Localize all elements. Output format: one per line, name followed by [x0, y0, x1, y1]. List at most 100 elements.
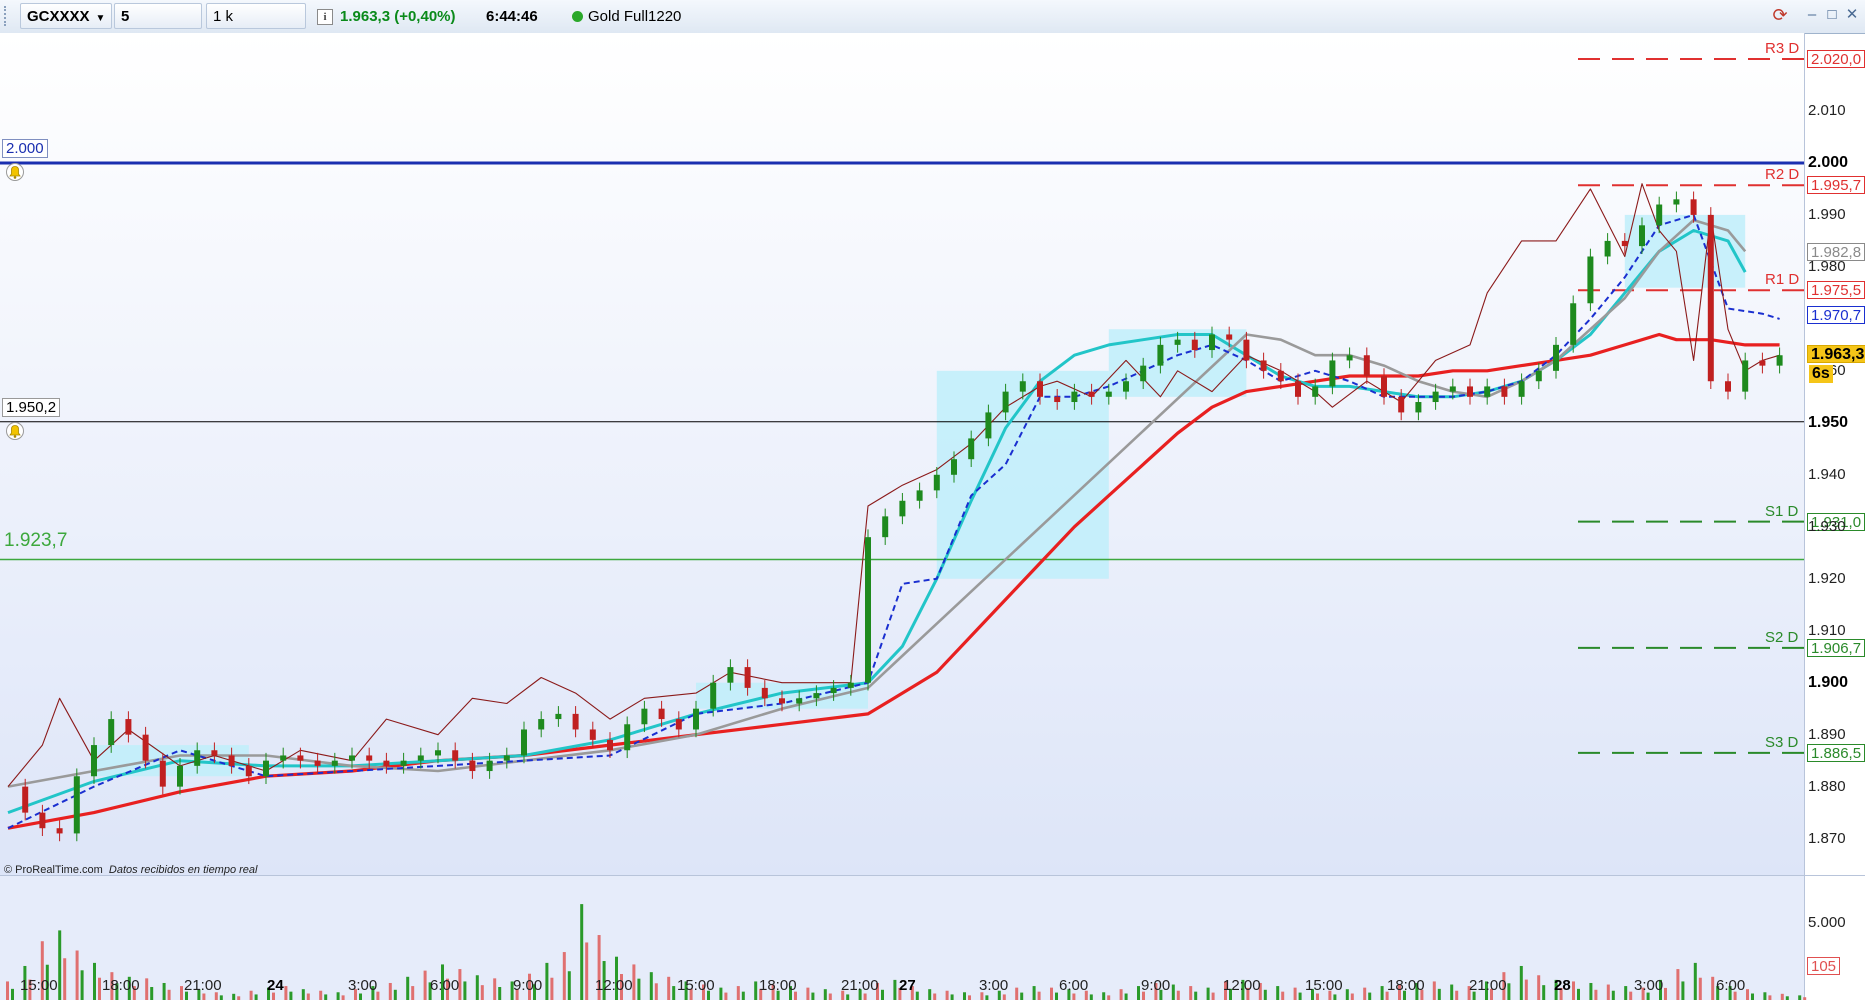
- pivot-label: R2 D: [1765, 166, 1800, 184]
- x-axis-tick: 18:00: [759, 977, 797, 994]
- volume-bar: [1572, 981, 1575, 1000]
- volume-bar: [1107, 995, 1111, 1000]
- volume-bar: [1746, 989, 1749, 1000]
- volume-bar: [580, 904, 584, 1000]
- candle-body: [1673, 199, 1680, 205]
- volume-bar: [498, 987, 502, 1000]
- candle-body: [1604, 240, 1611, 257]
- timeframe-selector[interactable]: 5 minutos▼: [114, 3, 202, 51]
- x-axis-tick: 15:00: [1305, 977, 1343, 994]
- volume-bar: [1693, 962, 1697, 1000]
- minimize-icon[interactable]: –: [1804, 6, 1820, 24]
- candle-body: [675, 719, 682, 730]
- volume-bar: [754, 981, 758, 1000]
- candle-body: [366, 755, 373, 761]
- maximize-icon[interactable]: □: [1824, 6, 1840, 24]
- candle-body: [1398, 396, 1405, 413]
- volume-bar: [423, 970, 427, 1000]
- candle-body: [1105, 391, 1112, 397]
- volume-bar: [6, 981, 9, 1000]
- refresh-icon[interactable]: ⟳: [1772, 6, 1788, 24]
- y-axis-tick: 1.910: [1808, 621, 1846, 639]
- volume-axis-tick: 5.000: [1808, 914, 1846, 931]
- volume-bar: [58, 930, 62, 1000]
- candle-body: [194, 750, 201, 766]
- x-axis-tick: 6:00: [1059, 977, 1089, 994]
- pivot-value-box: 1.975,5: [1807, 281, 1865, 300]
- x-axis-tick: 12:00: [595, 977, 633, 994]
- y-axis-tick: 1.990: [1808, 205, 1846, 223]
- volume-bar: [319, 990, 323, 1000]
- candle-body: [22, 786, 29, 813]
- hline-label-2000[interactable]: 2.000: [2, 139, 48, 158]
- y-axis-tick: 1.920: [1808, 569, 1846, 587]
- candle-body: [607, 739, 613, 751]
- volume-bar: [823, 989, 827, 1000]
- hline-label-1923[interactable]: 1.923,7: [4, 530, 67, 552]
- volume-bar: [1119, 989, 1123, 1000]
- volume-bar: [98, 977, 101, 1000]
- volume-bar: [811, 992, 815, 1000]
- candle-body: [916, 490, 923, 501]
- volume-bar: [1281, 991, 1285, 1000]
- volume-bar: [1015, 987, 1019, 1000]
- volume-bar: [1681, 981, 1685, 1000]
- candle-body: [1535, 370, 1542, 382]
- volume-bar: [828, 993, 832, 1000]
- candle-body: [1432, 391, 1439, 403]
- volume-bar: [985, 995, 989, 1000]
- volume-bar: [324, 994, 328, 1000]
- candle-body: [1725, 381, 1731, 392]
- info-icon[interactable]: i: [317, 9, 333, 25]
- volume-bar: [585, 942, 589, 1000]
- hline-label-1950[interactable]: 1.950,2: [2, 398, 61, 417]
- candle-body: [280, 755, 287, 761]
- volume-bar: [232, 993, 236, 1000]
- toolbar-grip-handle[interactable]: [4, 6, 16, 26]
- candle-body: [125, 719, 132, 735]
- candle-body: [245, 765, 252, 777]
- volume-bar: [493, 978, 497, 1000]
- candle-body: [469, 760, 476, 772]
- candle-body: [1363, 355, 1370, 377]
- price-chart[interactable]: [0, 33, 1865, 1000]
- volume-bar: [1032, 986, 1036, 1000]
- candle-body: [1123, 381, 1129, 392]
- volume-bar: [915, 991, 919, 1000]
- y-axis-tick: 1.930: [1808, 517, 1846, 535]
- candle-body: [159, 760, 166, 787]
- volume-bar: [341, 995, 345, 1000]
- close-icon[interactable]: ✕: [1844, 6, 1860, 24]
- candle-body: [779, 698, 785, 704]
- volume-bar: [1206, 987, 1210, 1000]
- alert-bell-icon[interactable]: [5, 422, 25, 440]
- units-selector[interactable]: 1 k unidades▼: [206, 3, 306, 51]
- candle-body: [1243, 339, 1250, 361]
- volume-bar: [1624, 986, 1628, 1000]
- volume-bar: [550, 977, 554, 1000]
- volume-bar: [1629, 991, 1633, 1000]
- volume-bar: [336, 992, 340, 1000]
- candle-body: [263, 760, 269, 777]
- candle-body: [452, 750, 459, 761]
- candle-body: [1140, 365, 1147, 382]
- cloud-region: [936, 370, 1109, 579]
- chart-toolbar: GCXXXX ▼ 5 minutos▼ 1 k unidades▼ i 1.963…: [0, 0, 1865, 51]
- candle-body: [1002, 391, 1009, 413]
- y-axis-tick: 1.880: [1808, 777, 1846, 795]
- candle-body: [1518, 381, 1525, 397]
- candle-body: [1312, 386, 1319, 397]
- ticker-selector[interactable]: GCXXXX ▼: [20, 3, 112, 29]
- volume-bar: [237, 996, 241, 1000]
- volume-bar: [1350, 993, 1354, 1000]
- volume-bar: [567, 971, 571, 1000]
- volume-bar: [1124, 993, 1128, 1000]
- volume-bar: [863, 993, 867, 1000]
- volume-bar: [411, 986, 415, 1000]
- volume-bar: [741, 991, 745, 1000]
- alert-bell-icon[interactable]: [5, 163, 25, 181]
- x-axis-tick: 3:00: [1634, 977, 1664, 994]
- candle-body: [503, 755, 510, 761]
- chevron-down-icon: ▼: [95, 13, 106, 24]
- volume-bar: [1293, 987, 1297, 1000]
